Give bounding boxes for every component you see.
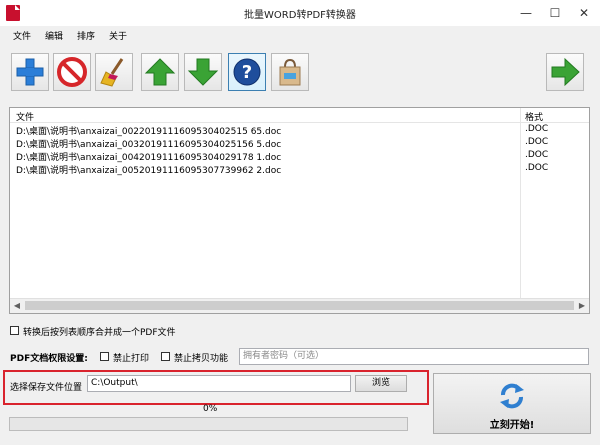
merge-label: 转换后按列表顺序合并成一个PDF文件 [23,328,176,338]
file-format: .DOC [525,163,549,173]
help-icon: ? [233,58,261,86]
menu-file[interactable]: 文件 [13,29,31,42]
owner-password-input[interactable]: 拥有者密码（可选） [239,348,589,365]
column-header-format[interactable]: 格式 [525,110,543,123]
column-header-file[interactable]: 文件 [16,110,34,123]
pdf-permissions-label: PDF文档权限设置: [10,354,88,364]
window-title: 批量WORD转PDF转换器 [244,10,356,21]
browse-button[interactable]: 浏览 [355,375,407,392]
file-list-header: 文件 格式 [10,108,589,123]
merge-checkbox[interactable] [10,326,19,335]
menu-bar: 文件 编辑 排序 关于 [0,26,600,44]
output-path-label: 选择保存文件位置 [10,383,83,393]
start-button-label: 立刻开始! [489,420,535,431]
svg-text:?: ? [242,62,252,83]
move-up-button[interactable] [141,53,179,91]
menu-about[interactable]: 关于 [109,29,127,42]
table-row[interactable]: D:\桌面\说明书\anxaizai_003201911160953040251… [10,136,589,150]
menu-sort[interactable]: 排序 [77,29,95,42]
shopping-bag-icon [279,58,301,86]
file-format: .DOC [525,124,549,134]
maximize-button[interactable]: ☐ [545,3,565,23]
refresh-icon [500,383,524,409]
minimize-button[interactable]: — [516,3,536,23]
file-path: D:\桌面\说明书\anxaizai_005201911160953077399… [16,166,282,176]
file-format: .DOC [525,137,549,147]
menu-edit[interactable]: 编辑 [45,29,63,42]
scroll-right-icon[interactable]: ▶ [575,299,589,313]
remove-file-button[interactable] [53,53,91,91]
table-row[interactable]: D:\桌面\说明书\anxaizai_002201911160953040251… [10,123,589,137]
move-up-icon [144,58,176,86]
move-down-icon [187,58,219,86]
remove-icon [57,57,87,87]
progress-text: 0% [203,404,218,414]
next-step-button[interactable] [546,53,584,91]
scroll-left-icon[interactable]: ◀ [10,299,24,313]
add-file-button[interactable] [11,53,49,91]
start-button[interactable]: 立刻开始! [433,373,591,434]
output-path-input[interactable]: C:\Output\ [87,375,351,392]
next-arrow-icon [551,57,580,87]
table-row[interactable]: D:\桌面\说明书\anxaizai_005201911160953077399… [10,162,589,176]
buy-button[interactable] [271,53,309,91]
clear-list-button[interactable] [95,53,133,91]
help-button[interactable]: ? [228,53,266,91]
no-print-label: 禁止打印 [113,354,150,364]
add-icon [16,58,44,86]
clear-broom-icon [100,58,124,87]
file-format: .DOC [525,150,549,160]
table-row[interactable]: D:\桌面\说明书\anxaizai_004201911160953040291… [10,149,589,163]
no-copy-label: 禁止拷贝功能 [174,354,229,364]
scroll-thumb[interactable] [25,301,574,310]
horizontal-scrollbar[interactable]: ◀ ▶ [10,298,589,313]
no-copy-checkbox[interactable] [161,352,170,361]
no-print-checkbox[interactable] [100,352,109,361]
progress-bar [9,417,408,431]
file-list[interactable]: 文件 格式 D:\桌面\说明书\anxaizai_002201911160953… [9,107,590,314]
title-bar: 批量WORD转PDF转换器 — ☐ ✕ [0,0,600,26]
move-down-button[interactable] [184,53,222,91]
close-button[interactable]: ✕ [574,3,594,23]
